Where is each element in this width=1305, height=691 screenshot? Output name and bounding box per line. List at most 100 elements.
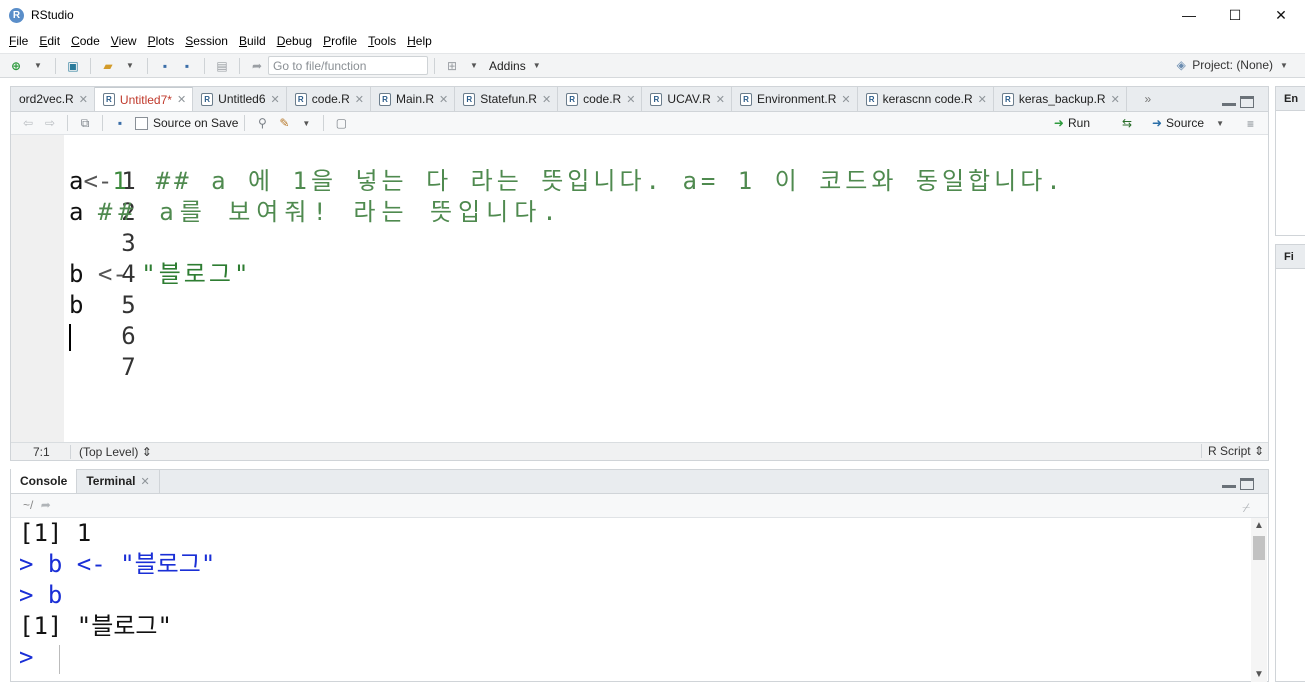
editor-tab[interactable]: R Untitled7* ✕ xyxy=(94,87,194,111)
compile-report-icon[interactable]: ▢ xyxy=(333,115,349,131)
tab-files[interactable]: Fi xyxy=(1276,245,1305,269)
menu-label: ools xyxy=(374,34,397,48)
editor-tab[interactable]: Rkerascnn code.R ✕ xyxy=(857,87,994,111)
code-tools-wand-icon[interactable]: ✎ xyxy=(276,115,292,131)
save-icon[interactable]: ▪ xyxy=(157,58,173,74)
open-file-dropdown-icon[interactable]: ▼ xyxy=(122,58,138,74)
close-tab-icon[interactable]: ✕ xyxy=(978,93,987,106)
goto-arrow-icon: ➦ xyxy=(251,58,263,73)
print-icon[interactable]: ▤ xyxy=(214,58,230,74)
grid-dropdown-icon[interactable]: ▼ xyxy=(466,58,482,74)
code-line: 6 b xyxy=(11,290,1268,350)
save-all-icon[interactable]: ▪ xyxy=(179,58,195,74)
open-file-icon[interactable]: ▰ xyxy=(100,58,116,74)
goto-file-input[interactable]: Go to file/function xyxy=(268,56,428,75)
show-in-window-icon[interactable]: ⧉ xyxy=(77,115,93,131)
close-tab-icon[interactable]: ✕ xyxy=(355,93,364,106)
close-tab-icon[interactable]: ✕ xyxy=(626,93,635,106)
clear-console-broom-icon[interactable]: ⌿ xyxy=(1242,497,1250,519)
menu-item-build[interactable]: Build xyxy=(236,34,274,48)
scope-selector[interactable]: (Top Level) ⇕ xyxy=(71,445,152,459)
tab-overflow-icon[interactable]: » xyxy=(1127,87,1169,111)
close-tab-icon[interactable]: ✕ xyxy=(177,93,186,106)
file-type-selector[interactable]: R Script ⇕ xyxy=(1200,444,1264,458)
editor-tab[interactable]: Rcode.R ✕ xyxy=(286,87,372,111)
editor-tab[interactable]: Rkeras_backup.R ✕ xyxy=(993,87,1127,111)
tab-terminal[interactable]: Terminal ✕ xyxy=(77,469,160,493)
editor-tab[interactable]: R Untitled6 ✕ xyxy=(193,87,287,111)
close-tab-icon[interactable]: ✕ xyxy=(79,93,88,106)
new-project-icon[interactable]: ▣ xyxy=(65,58,81,74)
new-file-dropdown-icon[interactable]: ▼ xyxy=(30,58,46,74)
code-text: a<-1 ## a 에 1을 넣는 다 라는 뜻입니다. a= 1 이 코드와 … xyxy=(69,166,1065,197)
menu-item-code[interactable]: Code xyxy=(68,34,108,48)
code-line: 7 xyxy=(11,321,1268,381)
editor-tab-label: Untitled6 xyxy=(218,92,266,106)
console-scrollbar[interactable]: ▲ ▼ xyxy=(1251,518,1267,682)
source-button[interactable]: ➜ Source ▼ xyxy=(1152,116,1224,130)
rerun-icon[interactable]: ⇆ xyxy=(1122,116,1132,130)
search-icon[interactable]: ⚲ xyxy=(254,115,270,131)
maximize-pane-icon[interactable] xyxy=(1240,478,1254,490)
editor-tab[interactable]: R Environment.R ✕ xyxy=(732,87,858,111)
addins-dropdown-icon[interactable]: ▼ xyxy=(529,58,545,74)
code-number: 1 xyxy=(112,167,127,195)
minimize-pane-icon[interactable] xyxy=(1222,96,1236,106)
menu-item-edit[interactable]: Edit xyxy=(36,34,68,48)
menu-item-file[interactable]: File xyxy=(6,34,36,48)
code-tools-dropdown-icon[interactable]: ▼ xyxy=(298,115,314,131)
menu-item-help[interactable]: Help xyxy=(404,34,440,48)
back-arrow-icon[interactable]: ⇦ xyxy=(20,115,36,131)
editor-tab[interactable]: R Statefun.R ✕ xyxy=(455,87,559,111)
save-file-icon[interactable]: ▪ xyxy=(112,115,128,131)
new-file-icon[interactable]: ⊕ xyxy=(8,58,24,74)
minimize-pane-icon[interactable] xyxy=(1222,478,1236,488)
tab-console-label: Console xyxy=(20,474,68,488)
main-toolbar: ⊕ ▼ ▣ ▰ ▼ ▪ ▪ ▤ ➦ Go to file/function ⊞ … xyxy=(0,53,1305,78)
menu-item-session[interactable]: Session xyxy=(182,34,236,48)
goto-dir-arrow-icon[interactable]: ➦ xyxy=(41,498,51,512)
console-pane: Console Terminal ✕ ~/ ➦ ⌿ [1] 1 > b <- "… xyxy=(10,469,1269,682)
tab-console[interactable]: Console xyxy=(11,469,78,493)
menu-item-tools[interactable]: Tools xyxy=(365,34,404,48)
editor-tab[interactable]: R UCAV.R ✕ xyxy=(642,87,732,111)
editor-tab[interactable]: Rcode.R ✕ xyxy=(558,87,643,111)
run-button[interactable]: ➜ Run xyxy=(1054,116,1090,130)
editor-tab[interactable]: R Main.R ✕ xyxy=(371,87,456,111)
grid-layout-icon[interactable]: ⊞ xyxy=(444,58,460,74)
editor-tab-label: ord2vec.R xyxy=(19,92,74,106)
close-tab-icon[interactable]: ✕ xyxy=(439,93,448,106)
menu-item-debug[interactable]: Debug xyxy=(274,34,320,48)
close-tab-icon[interactable]: ✕ xyxy=(271,93,280,106)
console-line: [1] "블로그" xyxy=(19,612,172,640)
forward-arrow-icon[interactable]: ⇨ xyxy=(42,115,58,131)
scrollbar-thumb[interactable] xyxy=(1253,536,1265,560)
project-menu[interactable]: ◈ Project: (None) ▼ xyxy=(1170,57,1295,73)
addins-menu[interactable]: Addins xyxy=(489,59,526,73)
source-dropdown-icon[interactable]: ▼ xyxy=(1216,119,1224,128)
close-tab-icon[interactable]: ✕ xyxy=(140,475,149,488)
source-label: Source xyxy=(1166,116,1205,130)
close-button[interactable]: ✕ xyxy=(1258,0,1304,30)
maximize-button[interactable]: ☐ xyxy=(1212,0,1258,30)
menu-item-profile[interactable]: Profile xyxy=(320,34,365,48)
code-editor[interactable]: 1 2 a<-1 ## a 에 1을 넣는 다 라는 뜻입니다. a= 1 이 … xyxy=(11,135,1268,442)
source-on-save-checkbox[interactable] xyxy=(135,116,148,130)
close-tab-icon[interactable]: ✕ xyxy=(542,93,551,106)
console-output[interactable]: [1] 1 > b <- "블로그" > b [1] "블로그" > xyxy=(11,518,1251,682)
scroll-down-icon[interactable]: ▼ xyxy=(1251,669,1267,680)
maximize-pane-icon[interactable] xyxy=(1240,96,1254,108)
close-tab-icon[interactable]: ✕ xyxy=(716,93,725,106)
environment-pane: En xyxy=(1275,86,1305,236)
close-tab-icon[interactable]: ✕ xyxy=(841,93,850,106)
cursor-position: 7:1 xyxy=(11,444,71,459)
document-outline-icon[interactable]: ≡ xyxy=(1247,117,1254,131)
tab-environment[interactable]: En xyxy=(1276,87,1305,111)
close-tab-icon[interactable]: ✕ xyxy=(1111,93,1120,106)
editor-tab[interactable]: ord2vec.R ✕ xyxy=(11,87,95,111)
menu-item-view[interactable]: View xyxy=(108,34,145,48)
minimize-button[interactable]: — xyxy=(1166,0,1212,30)
menu-item-plots[interactable]: Plots xyxy=(145,34,183,48)
code-comment: ## a를 보여줘! 라는 뜻입니다. xyxy=(97,198,563,226)
scroll-up-icon[interactable]: ▲ xyxy=(1251,520,1267,531)
